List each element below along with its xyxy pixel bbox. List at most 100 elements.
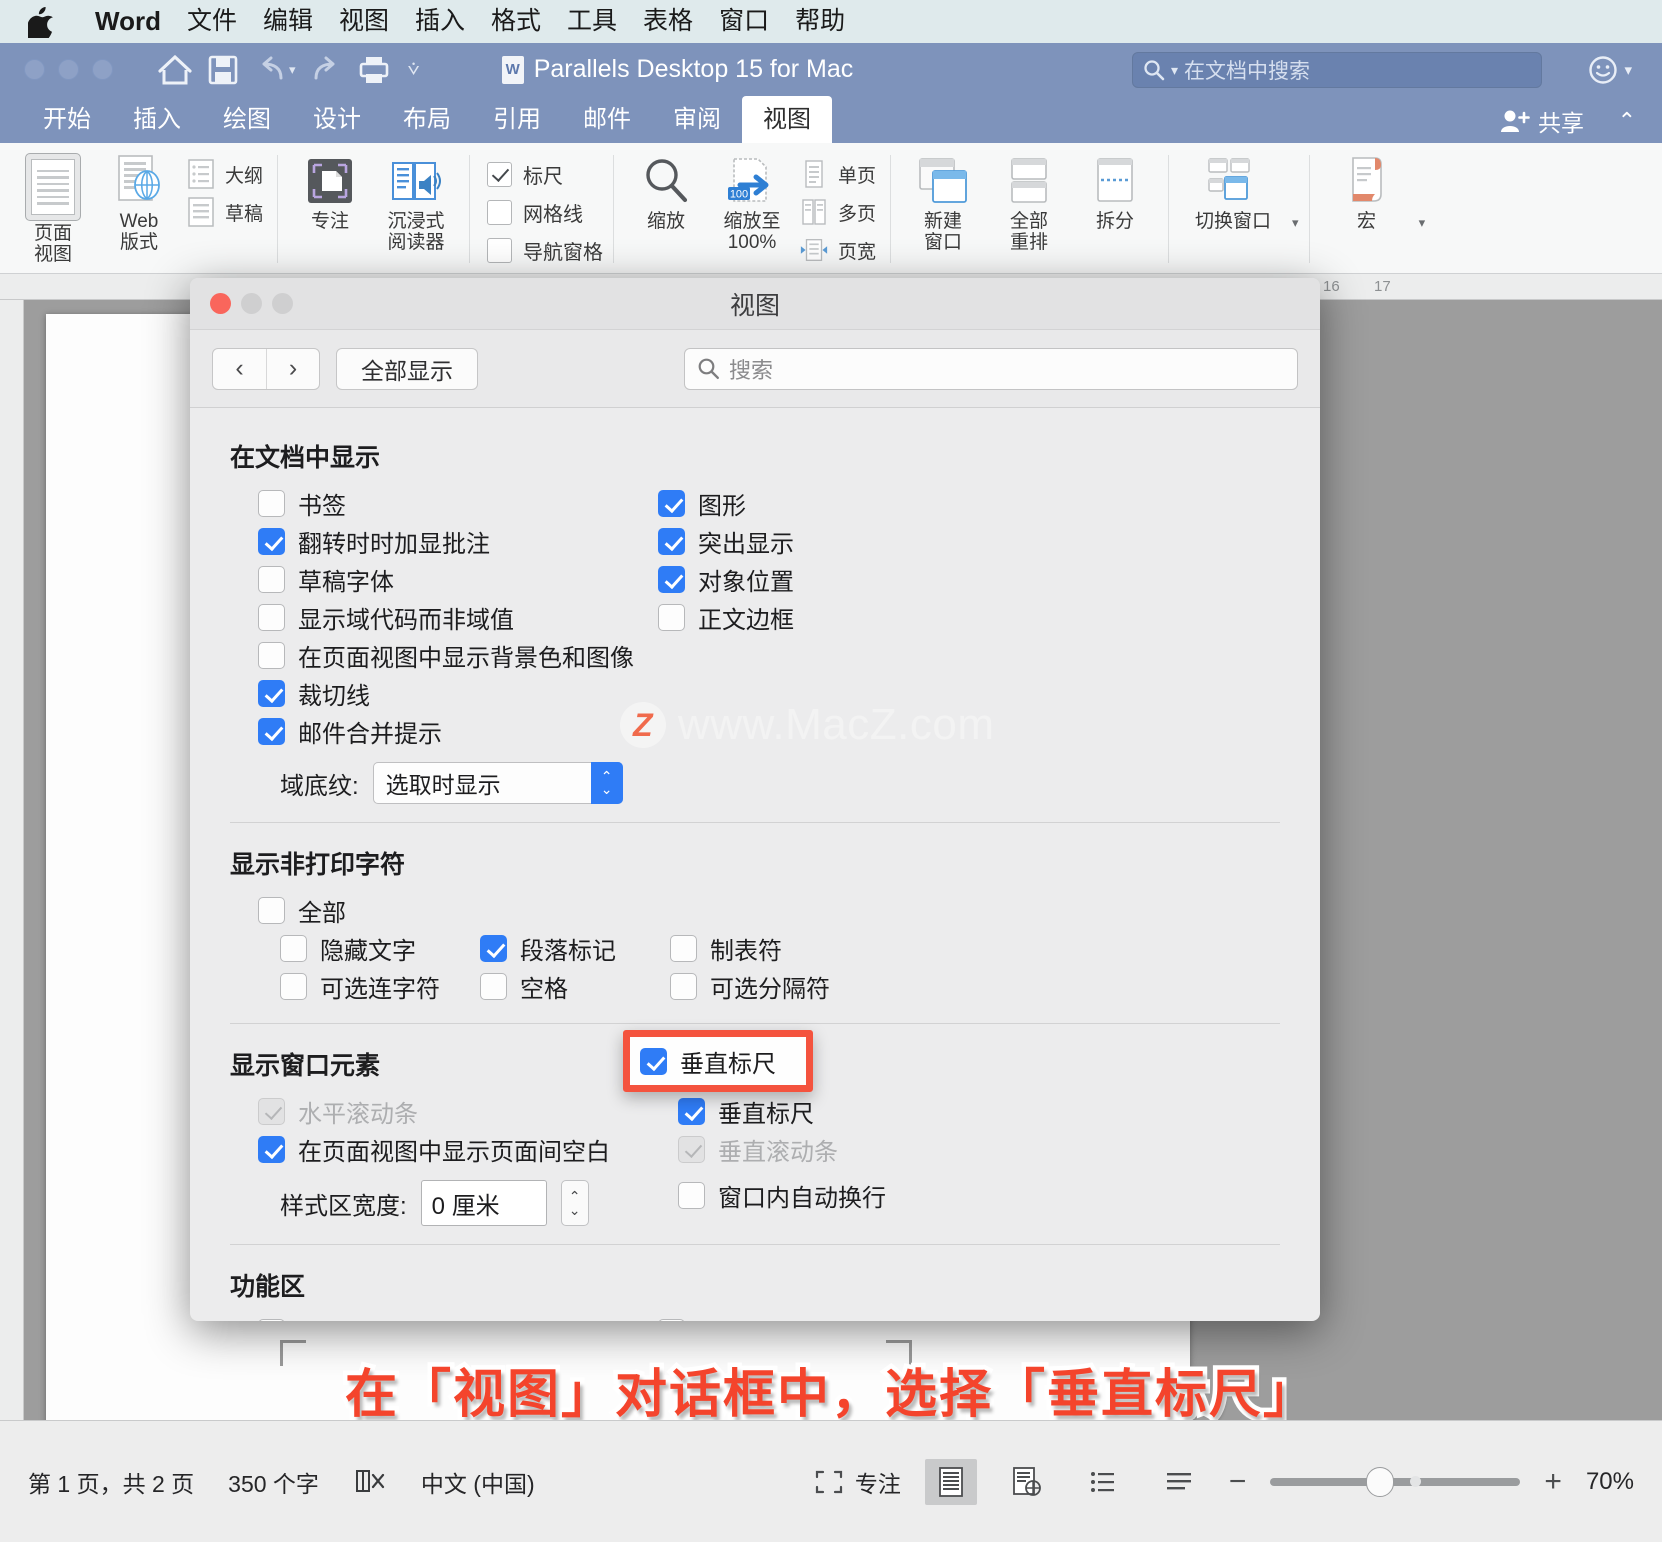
mail-merge-tips-checkbox[interactable]: [258, 717, 285, 745]
checkbox-row-vertical-ruler[interactable]: 垂直标尺: [678, 1092, 1110, 1130]
ribbon-button-multi-page[interactable]: 多页: [795, 193, 880, 231]
view-preferences-dialog[interactable]: 视图 ‹ › 全部显示 搜索 在文档中显示 书签 翻转时时加显批注 草稿字体 显…: [190, 278, 1320, 1321]
ribbon-button-draft[interactable]: 草稿: [182, 193, 267, 231]
page-info[interactable]: 第 1 页，共 2 页: [28, 1465, 194, 1499]
menu-item-file[interactable]: 文件: [174, 0, 250, 43]
draft-font-checkbox[interactable]: [258, 565, 285, 593]
view-button-web-layout[interactable]: [1001, 1459, 1053, 1505]
bookmarks-checkbox[interactable]: [258, 489, 285, 517]
paragraph-marks-checkbox[interactable]: [480, 934, 507, 962]
checkbox-row-optional-hyphens[interactable]: 可选连字符: [280, 967, 480, 1005]
ribbon-button-immersive-reader[interactable]: 沉浸式 阅读器: [373, 149, 459, 253]
feedback-smiley-icon[interactable]: ▾: [1588, 55, 1632, 85]
ribbon-button-page-width[interactable]: 页宽: [795, 231, 880, 269]
ribbon-button-web-layout[interactable]: Web 版式: [96, 149, 182, 253]
zoom-out-button[interactable]: −: [1229, 1465, 1247, 1499]
tab-insert[interactable]: 插入: [112, 96, 202, 143]
menu-item-table[interactable]: 表格: [630, 0, 706, 43]
maximize-button[interactable]: [92, 59, 113, 80]
tabs-checkbox[interactable]: [670, 934, 697, 962]
checkbox-row-bookmarks[interactable]: 书签: [258, 484, 630, 522]
view-button-draft[interactable]: [1153, 1459, 1205, 1505]
developer-tab-checkbox[interactable]: [258, 1318, 285, 1321]
optional-hyphens-checkbox[interactable]: [280, 972, 307, 1000]
checkbox-row-crop-marks[interactable]: 裁切线: [258, 674, 630, 712]
undo-icon[interactable]: [249, 49, 293, 91]
menu-item-help[interactable]: 帮助: [782, 0, 858, 43]
menu-item-window[interactable]: 窗口: [706, 0, 782, 43]
word-count[interactable]: 350 个字: [228, 1465, 319, 1499]
field-shading-select[interactable]: 选取时显示 ⌃ ⌄: [372, 762, 623, 804]
checkbox-row-optional-breaks[interactable]: 可选分隔符: [670, 967, 910, 1005]
checkbox-row-field-codes[interactable]: 显示域代码而非域值: [258, 598, 630, 636]
language-indicator[interactable]: 中文 (中国): [421, 1465, 535, 1499]
vertical-ruler-checkbox[interactable]: [678, 1097, 705, 1125]
checkbox-row-text-boundaries[interactable]: 正文边框: [658, 598, 1090, 636]
zoom-in-button[interactable]: +: [1544, 1465, 1562, 1499]
background-colors-checkbox[interactable]: [258, 641, 285, 669]
ribbon-check-navigation-pane[interactable]: 导航窗格: [487, 231, 603, 269]
customize-toolbar-icon[interactable]: ⩒: [408, 58, 420, 81]
view-button-print-layout[interactable]: [924, 1458, 977, 1505]
collapse-ribbon-icon[interactable]: ⌃: [1618, 108, 1636, 134]
dialog-back-button[interactable]: ‹: [213, 349, 266, 389]
checkbox-row-white-space-between-pages[interactable]: 在页面视图中显示页面间空白: [258, 1130, 650, 1168]
optional-breaks-checkbox[interactable]: [670, 972, 697, 1000]
field-shading-stepper-icon[interactable]: ⌃ ⌄: [590, 762, 623, 804]
minimize-button[interactable]: [58, 59, 79, 80]
all-marks-checkbox[interactable]: [258, 896, 285, 924]
vertical-ruler-checkbox-highlighted[interactable]: [640, 1048, 667, 1075]
switch-windows-caret-icon[interactable]: ▾: [1292, 191, 1299, 231]
spellcheck-icon[interactable]: [353, 1467, 387, 1497]
tab-references[interactable]: 引用: [472, 96, 562, 143]
checkbox-row-wrap-to-window[interactable]: 窗口内自动换行: [678, 1176, 1110, 1214]
redo-icon[interactable]: [304, 49, 348, 91]
tab-design[interactable]: 设计: [292, 96, 382, 143]
ribbon-button-zoom-100[interactable]: 100 缩放至 100%: [709, 149, 795, 253]
zoom-level[interactable]: 70%: [1586, 1468, 1634, 1496]
ruler-checkbox[interactable]: [487, 161, 513, 187]
menu-item-insert[interactable]: 插入: [402, 0, 478, 43]
checkbox-row-all-marks[interactable]: 全部: [258, 891, 1280, 929]
ribbon-button-split[interactable]: 拆分: [1072, 149, 1158, 233]
ribbon-button-macro[interactable]: 宏: [1319, 149, 1415, 233]
drawings-checkbox[interactable]: [658, 489, 685, 517]
style-area-width-input[interactable]: 0 厘米: [420, 1180, 547, 1226]
share-button[interactable]: 共享: [1500, 104, 1584, 138]
checkbox-row-mail-merge-tips[interactable]: 邮件合并提示: [258, 712, 630, 750]
print-icon[interactable]: [352, 49, 396, 91]
checkbox-row-group-titles[interactable]: 显示组标题: [658, 1313, 1090, 1321]
ribbon-button-page-layout[interactable]: 页面 视图: [10, 149, 96, 265]
checkbox-row-comment-hover[interactable]: 翻转时时加显批注: [258, 522, 630, 560]
dialog-nav-buttons[interactable]: ‹ ›: [212, 347, 320, 390]
feedback-caret-icon[interactable]: ▾: [1624, 61, 1632, 79]
ribbon-check-ruler[interactable]: 标尺: [487, 155, 603, 193]
zoom-slider-knob[interactable]: [1366, 1466, 1395, 1497]
search-input[interactable]: 在文档中搜索: [1184, 55, 1310, 85]
home-icon[interactable]: [153, 49, 197, 91]
macro-caret-icon[interactable]: ▾: [1419, 191, 1426, 231]
zoom-slider[interactable]: [1270, 1466, 1521, 1497]
dialog-search-box[interactable]: 搜索: [684, 347, 1298, 390]
checkbox-row-background-colors[interactable]: 在页面视图中显示背景色和图像: [258, 636, 634, 674]
close-button[interactable]: [24, 59, 45, 80]
tab-review[interactable]: 审阅: [652, 96, 742, 143]
field-codes-checkbox[interactable]: [258, 603, 285, 631]
checkbox-row-hidden-text[interactable]: 隐藏文字: [280, 929, 480, 967]
group-titles-checkbox[interactable]: [658, 1318, 685, 1321]
ribbon-button-focus[interactable]: 专注: [287, 149, 373, 233]
comment-hover-checkbox[interactable]: [258, 527, 285, 555]
dialog-search-input[interactable]: 搜索: [729, 353, 773, 385]
text-boundaries-checkbox[interactable]: [658, 603, 685, 631]
wrap-to-window-checkbox[interactable]: [678, 1181, 705, 1209]
menu-item-format[interactable]: 格式: [478, 0, 554, 43]
ribbon-button-zoom[interactable]: 缩放: [623, 149, 709, 233]
menu-item-word[interactable]: Word: [82, 0, 174, 43]
tab-view[interactable]: 视图: [742, 96, 832, 143]
spaces-checkbox[interactable]: [480, 972, 507, 1000]
ribbon-button-switch-windows[interactable]: 切换窗口: [1178, 149, 1288, 233]
search-scope-caret-icon[interactable]: ▾: [1171, 62, 1178, 79]
checkbox-row-object-anchors[interactable]: 对象位置: [658, 560, 1090, 598]
window-controls[interactable]: [24, 59, 113, 80]
gridlines-checkbox[interactable]: [487, 199, 513, 225]
